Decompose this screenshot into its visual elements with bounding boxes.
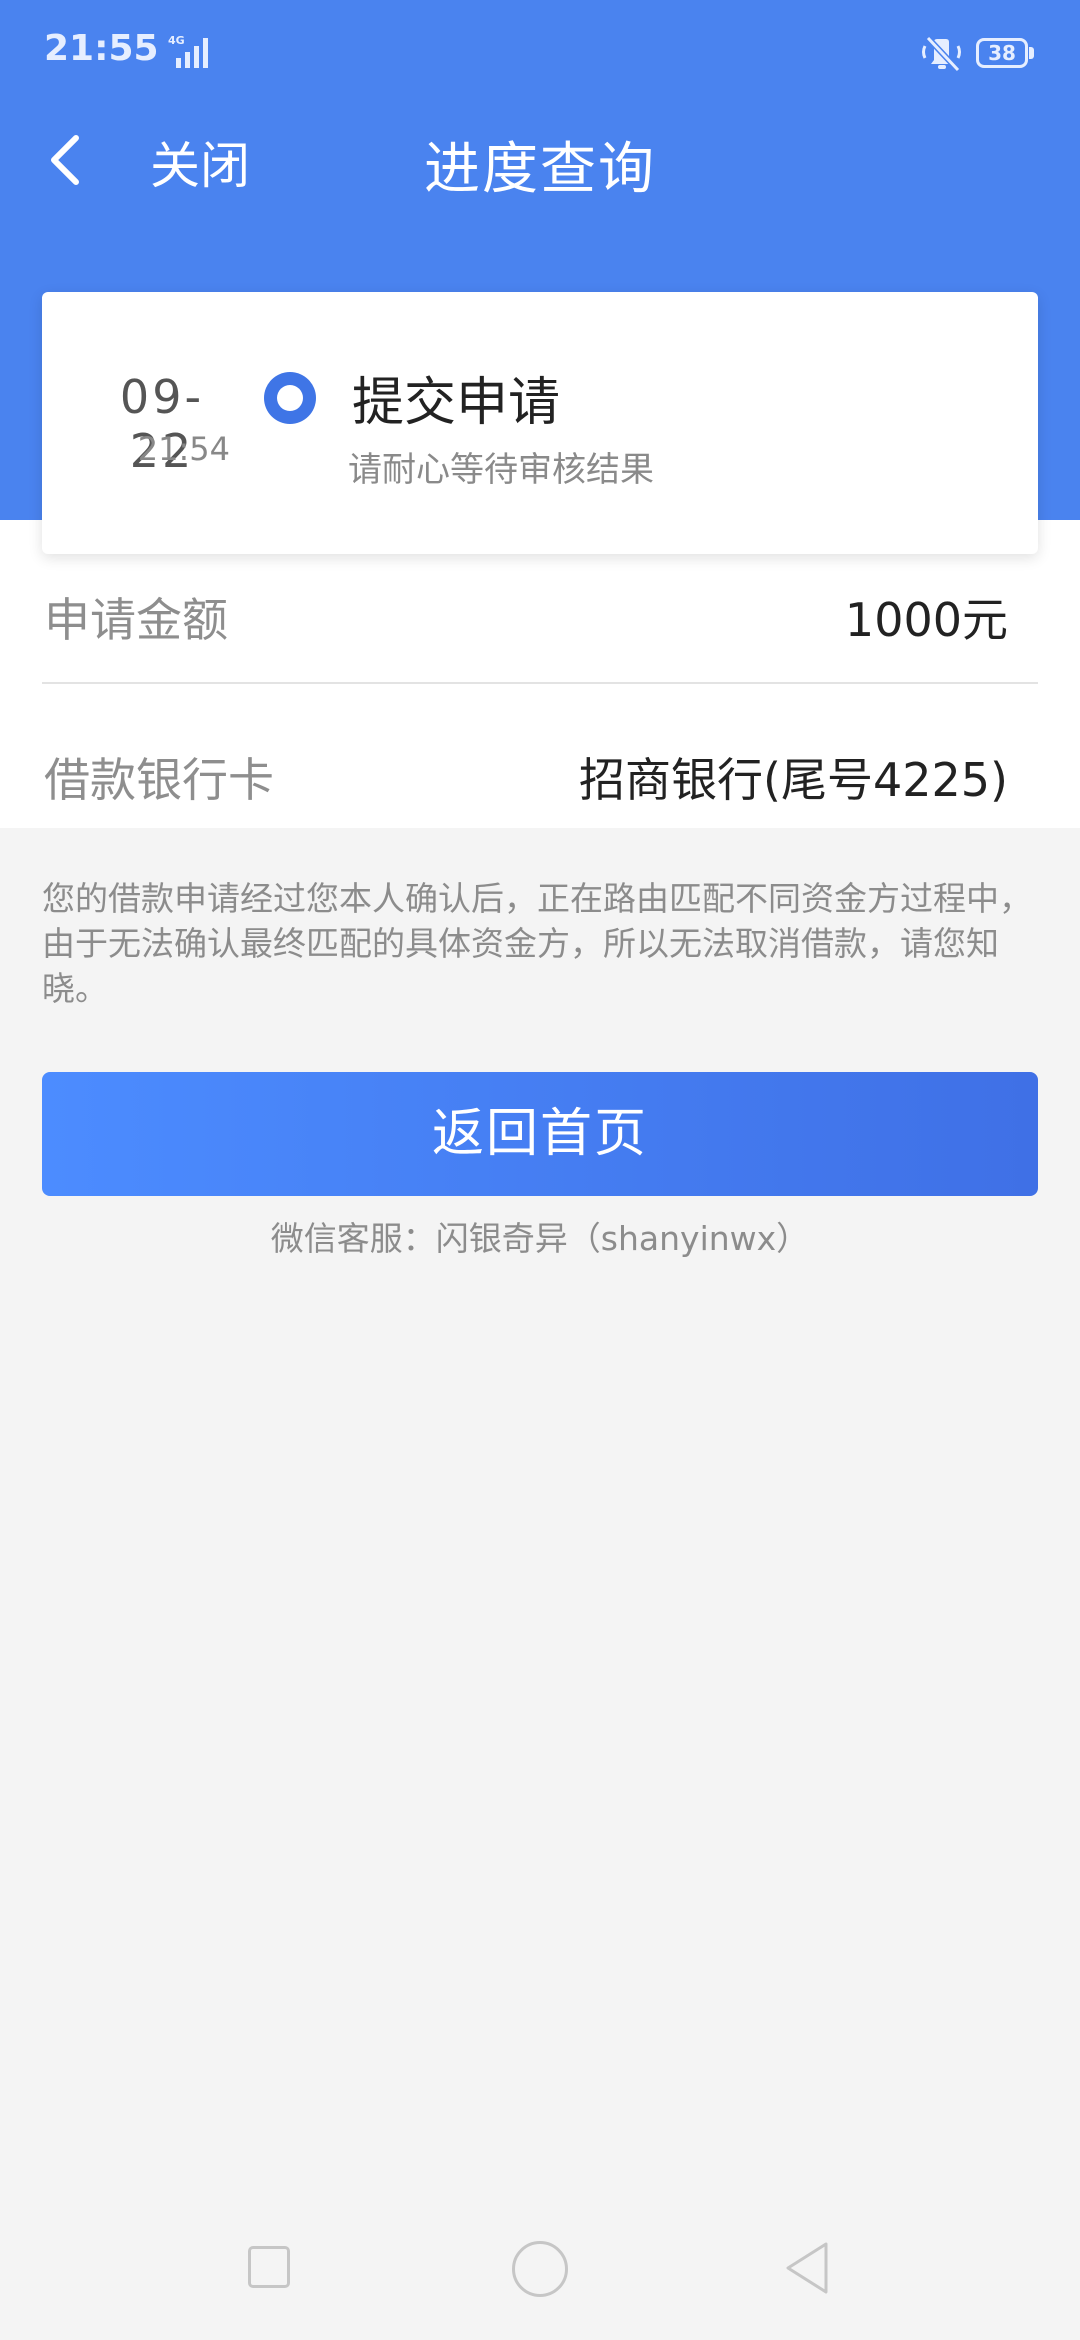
bank-card-value: 招商银行(尾号4225) — [579, 753, 1008, 807]
loan-info-section: 申请金额 1000元 借款银行卡 招商银行(尾号4225) — [0, 520, 1080, 828]
progress-step-dot-center — [277, 385, 303, 411]
divider — [42, 682, 1038, 684]
bank-card-row: 借款银行卡 招商银行(尾号4225) — [42, 686, 1038, 828]
progress-time: 21:54 — [137, 430, 230, 468]
progress-card: 09-22 21:54 提交申请 请耐心等待审核结果 — [42, 292, 1038, 554]
back-triangle-icon[interactable] — [782, 2238, 834, 2298]
return-home-button[interactable]: 返回首页 — [42, 1072, 1038, 1196]
amount-value: 1000元 — [844, 593, 1008, 647]
network-type: 4G — [168, 34, 185, 47]
mute-icon — [922, 36, 961, 72]
notice-text: 您的借款申请经过您本人确认后，正在路由匹配不同资金方过程中，由于无法确认最终匹配… — [42, 879, 1032, 1008]
bank-card-label: 借款银行卡 — [44, 753, 274, 807]
progress-status: 提交申请 — [352, 373, 561, 433]
page-title: 进度查询 — [424, 137, 656, 202]
home-icon[interactable] — [512, 2241, 568, 2297]
battery-tip — [1029, 47, 1034, 59]
status-time: 21:55 — [44, 28, 159, 69]
progress-hint: 请耐心等待审核结果 — [348, 450, 654, 490]
amount-label: 申请金额 — [44, 593, 228, 647]
progress-step-dot-icon — [264, 372, 316, 424]
battery-indicator: 38 — [976, 38, 1028, 68]
signal-icon: 4G — [168, 34, 208, 68]
customer-service-text: 微信客服：闪银奇异（shanyinwx） — [270, 1219, 810, 1258]
status-bar: 21:55 4G 38 — [0, 0, 1080, 110]
recent-apps-icon[interactable] — [248, 2246, 290, 2288]
